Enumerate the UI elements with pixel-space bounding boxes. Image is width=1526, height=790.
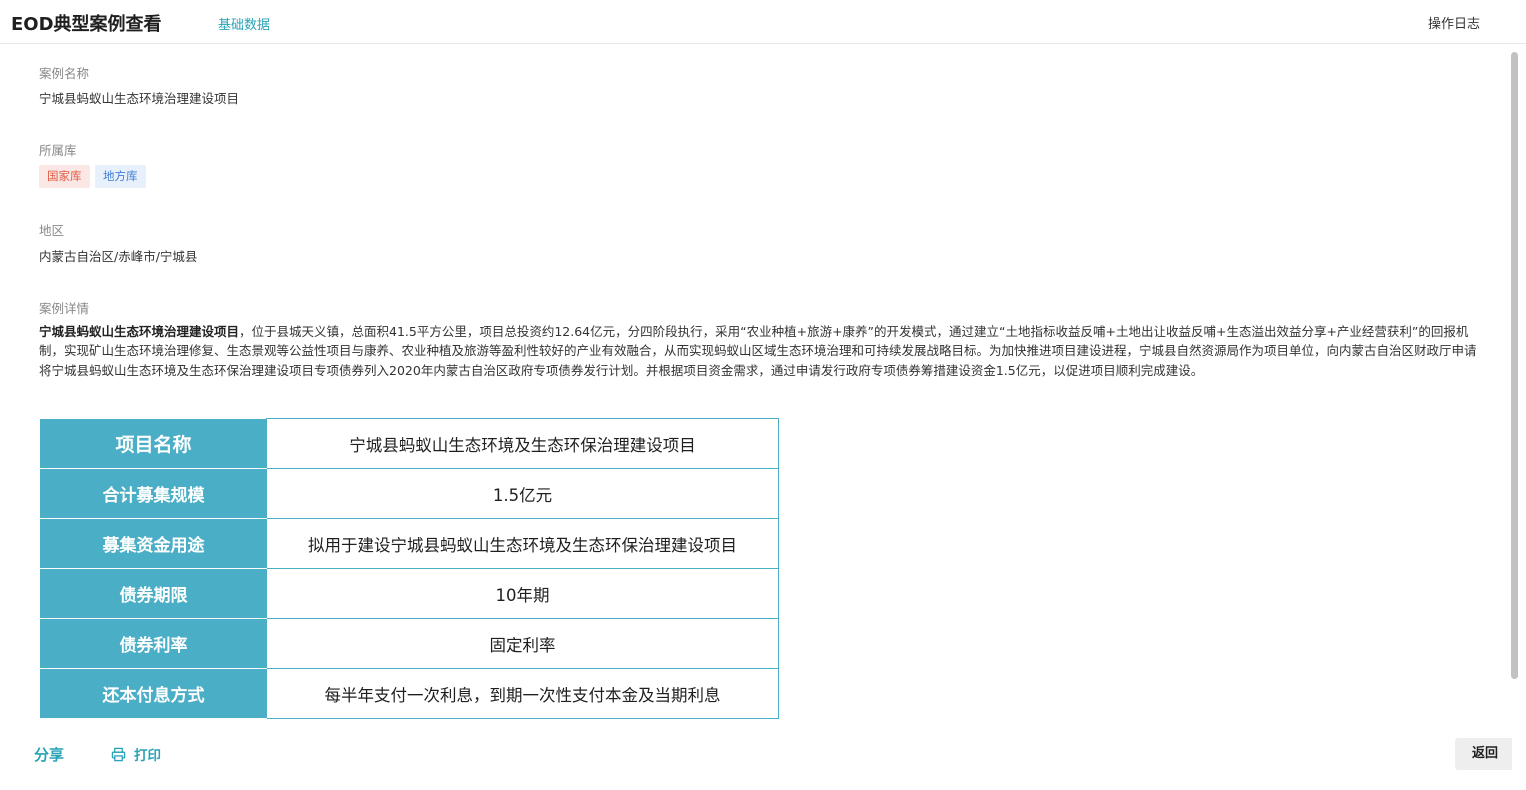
case-name-label: 案例名称 [39,66,90,81]
table-key-cell: 合计募集规模 [40,468,267,519]
table-key-cell: 募集资金用途 [40,518,267,569]
operation-log-link[interactable]: 操作日志 [1428,13,1480,32]
table-row: 合计募集规模 1.5亿元 [40,468,779,519]
table-row: 债券利率 固定利率 [40,618,779,669]
tag-national-library: 国家库 [39,165,90,188]
table-value-cell: 固定利率 [266,618,779,669]
bond-info-table: 项目名称 宁城县蚂蚁山生态环境及生态环保治理建设项目 合计募集规模 1.5亿元 … [40,418,779,719]
table-value-cell: 每半年支付一次利息，到期一次性支付本金及当期利息 [266,668,779,719]
main-content: 案例名称 宁城县蚂蚁山生态环境治理建设项目 所属库 国家库 地方库 地区 内蒙古… [0,44,1526,790]
table-key-cell: 债券利率 [40,618,267,669]
tag-local-library: 地方库 [95,165,146,188]
table-row: 项目名称 宁城县蚂蚁山生态环境及生态环保治理建设项目 [40,418,779,469]
case-detail-lead: 宁城县蚂蚁山生态环境治理建设项目 [39,324,240,339]
scrollbar-thumb[interactable] [1511,52,1518,679]
table-value-cell: 10年期 [266,568,779,619]
case-detail-text: 宁城县蚂蚁山生态环境治理建设项目，位于县城天义镇，总面积41.5平方公里，项目总… [39,322,1479,380]
back-button[interactable]: 返回 [1455,738,1515,770]
table-row: 募集资金用途 拟用于建设宁城县蚂蚁山生态环境及生态环保治理建设项目 [40,518,779,569]
table-value-cell: 宁城县蚂蚁山生态环境及生态环保治理建设项目 [266,418,779,469]
case-detail-label: 案例详情 [39,301,90,316]
share-button[interactable]: 分享 [34,744,64,765]
print-label: 打印 [134,748,161,764]
region-value: 内蒙古自治区/赤峰市/宁城县 [39,249,198,264]
table-row: 还本付息方式 每半年支付一次利息，到期一次性支付本金及当期利息 [40,668,779,719]
page-title: EOD典型案例查看 [11,14,162,35]
vertical-scrollbar[interactable] [1511,44,1526,790]
table-key-cell: 债券期限 [40,568,267,619]
library-label: 所属库 [39,143,77,158]
print-button[interactable]: 打印 [111,744,161,764]
tab-basic-data[interactable]: 基础数据 [218,14,270,33]
table-value-cell: 拟用于建设宁城县蚂蚁山生态环境及生态环保治理建设项目 [266,518,779,569]
table-key-cell: 项目名称 [40,418,267,469]
case-detail-body: ，位于县城天义镇，总面积41.5平方公里，项目总投资约12.64亿元，分四阶段执… [39,324,1477,378]
table-value-cell: 1.5亿元 [266,468,779,519]
case-name-value: 宁城县蚂蚁山生态环境治理建设项目 [39,91,240,106]
table-key-cell: 还本付息方式 [40,668,267,719]
region-label: 地区 [39,223,65,238]
table-row: 债券期限 10年期 [40,568,779,619]
printer-icon [111,747,126,762]
top-header: EOD典型案例查看 基础数据 操作日志 [0,0,1526,44]
